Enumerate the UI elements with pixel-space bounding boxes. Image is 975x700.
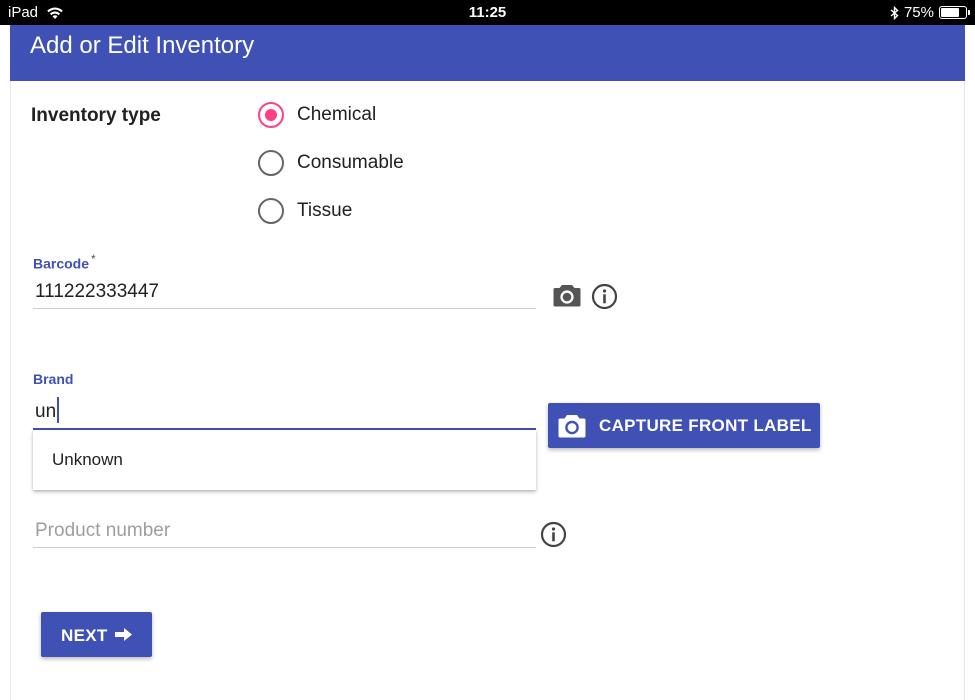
product-number-input[interactable] [33, 516, 536, 546]
status-time: 11:25 [468, 4, 507, 21]
barcode-underline [33, 308, 536, 309]
camera-icon [558, 415, 586, 438]
radio-tissue[interactable]: Tissue [258, 198, 352, 224]
barcode-label: Barcode * [33, 252, 96, 272]
info-icon[interactable] [591, 283, 618, 310]
product-number-underline [33, 547, 536, 548]
brand-input[interactable] [33, 397, 536, 427]
bluetooth-icon [890, 5, 899, 20]
radio-unchecked-icon [258, 198, 284, 224]
arrow-right-icon [115, 628, 132, 641]
required-mark: * [91, 252, 96, 266]
radio-consumable[interactable]: Consumable [258, 150, 404, 176]
capture-front-label-button[interactable]: CAPTURE FRONT LABEL [548, 403, 820, 448]
status-bar-right: 75% [890, 4, 970, 21]
text-caret [57, 397, 59, 423]
inventory-type-label: Inventory type [31, 105, 161, 126]
radio-consumable-label: Consumable [297, 152, 404, 173]
battery-icon [939, 6, 970, 19]
radio-unchecked-icon [258, 150, 284, 176]
form-card [10, 81, 965, 700]
brand-autocomplete-list: Unknown [33, 430, 536, 490]
brand-label: Brand [33, 371, 74, 387]
battery-percent: 75% [903, 4, 934, 21]
battery-level [941, 8, 959, 17]
camera-icon[interactable] [553, 283, 581, 307]
radio-chemical-label: Chemical [297, 104, 377, 125]
app-header: Add or Edit Inventory [10, 25, 965, 81]
barcode-label-text: Barcode [33, 255, 90, 272]
ios-status-bar: iPad 11:25 75% [0, 0, 975, 25]
info-icon[interactable] [540, 521, 567, 548]
autocomplete-option[interactable]: Unknown [52, 450, 123, 470]
radio-checked-icon [258, 102, 284, 128]
next-button[interactable]: NEXT [41, 612, 152, 657]
radio-tissue-label: Tissue [297, 200, 353, 221]
barcode-input[interactable] [33, 277, 536, 307]
next-button-label: NEXT [61, 626, 108, 645]
page-title: Add or Edit Inventory [30, 32, 255, 59]
capture-front-label-text: CAPTURE FRONT LABEL [599, 416, 812, 435]
radio-chemical[interactable]: Chemical [258, 102, 376, 128]
